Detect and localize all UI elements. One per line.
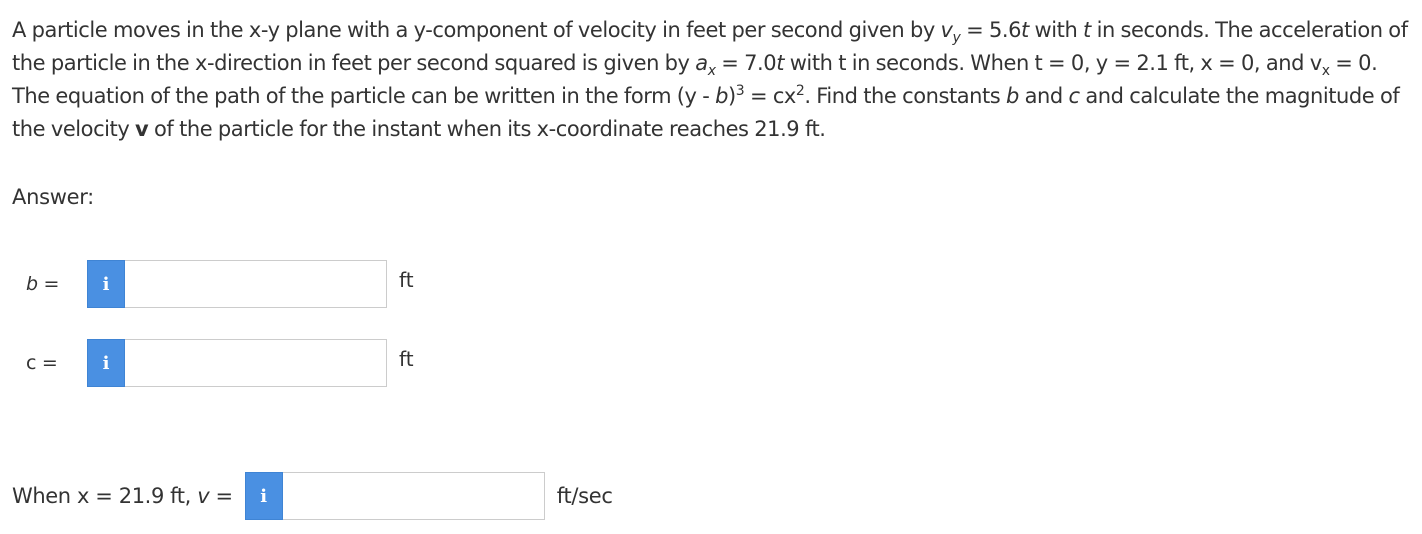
question-segment: with: [1028, 18, 1084, 42]
b-variable: b: [715, 84, 728, 108]
b-variable: b: [1006, 84, 1019, 108]
ax-subscript: x: [707, 63, 716, 80]
vy-symbol: vy: [940, 18, 961, 45]
answer-row-v: When x = 21.9 ft, v = i ft/sec: [12, 472, 613, 520]
question-segment: = 5.6: [960, 18, 1022, 42]
question-segment: ): [728, 84, 736, 108]
v-label-var: v: [197, 484, 210, 508]
question-segment: of the particle for the instant when its…: [148, 117, 826, 141]
answer-row-b: b = i ft: [12, 260, 414, 308]
t-variable: t: [1083, 18, 1091, 42]
b-unit: ft: [399, 268, 414, 292]
question-segment: . Find the constants: [804, 84, 1007, 108]
question-segment: = 7.0: [715, 51, 777, 75]
c-variable: c: [1068, 84, 1081, 108]
b-label-eq: =: [37, 273, 60, 295]
info-icon[interactable]: i: [87, 339, 125, 387]
v-unit: ft/sec: [556, 484, 613, 508]
t-variable: t: [776, 51, 784, 75]
v-field-label: When x = 21.9 ft, v =: [12, 484, 233, 508]
question-segment: and: [1018, 84, 1069, 108]
info-icon[interactable]: i: [87, 260, 125, 308]
b-field-label: b =: [12, 273, 87, 295]
vy-letter: v: [940, 18, 953, 42]
exponent-3: 3: [735, 83, 745, 99]
question-segment: with t in seconds. When t = 0, y = 2.1 f…: [783, 51, 1322, 75]
v-answer-input[interactable]: [282, 472, 545, 520]
question-segment: = cx: [744, 84, 796, 108]
c-unit: ft: [399, 347, 414, 371]
v-label-prefix: When x = 21.9 ft,: [12, 484, 198, 508]
b-label-var: b: [26, 273, 38, 295]
t-variable: t: [1021, 18, 1029, 42]
ax-symbol: ax: [695, 51, 716, 78]
info-icon[interactable]: i: [244, 472, 283, 520]
answer-label: Answer:: [12, 185, 94, 209]
velocity-vector-symbol: v: [135, 117, 149, 141]
question-segment: A particle moves in the x-y plane with a…: [12, 18, 941, 42]
c-answer-input[interactable]: [125, 339, 387, 387]
v-label-eq: =: [209, 484, 234, 508]
b-answer-input[interactable]: [125, 260, 387, 308]
vx-subscript: x: [1321, 63, 1330, 80]
ax-letter: a: [695, 51, 708, 75]
question-text: A particle moves in the x-y plane with a…: [12, 14, 1414, 146]
answer-row-c: c = i ft: [12, 339, 414, 387]
c-field-label: c =: [26, 352, 58, 374]
